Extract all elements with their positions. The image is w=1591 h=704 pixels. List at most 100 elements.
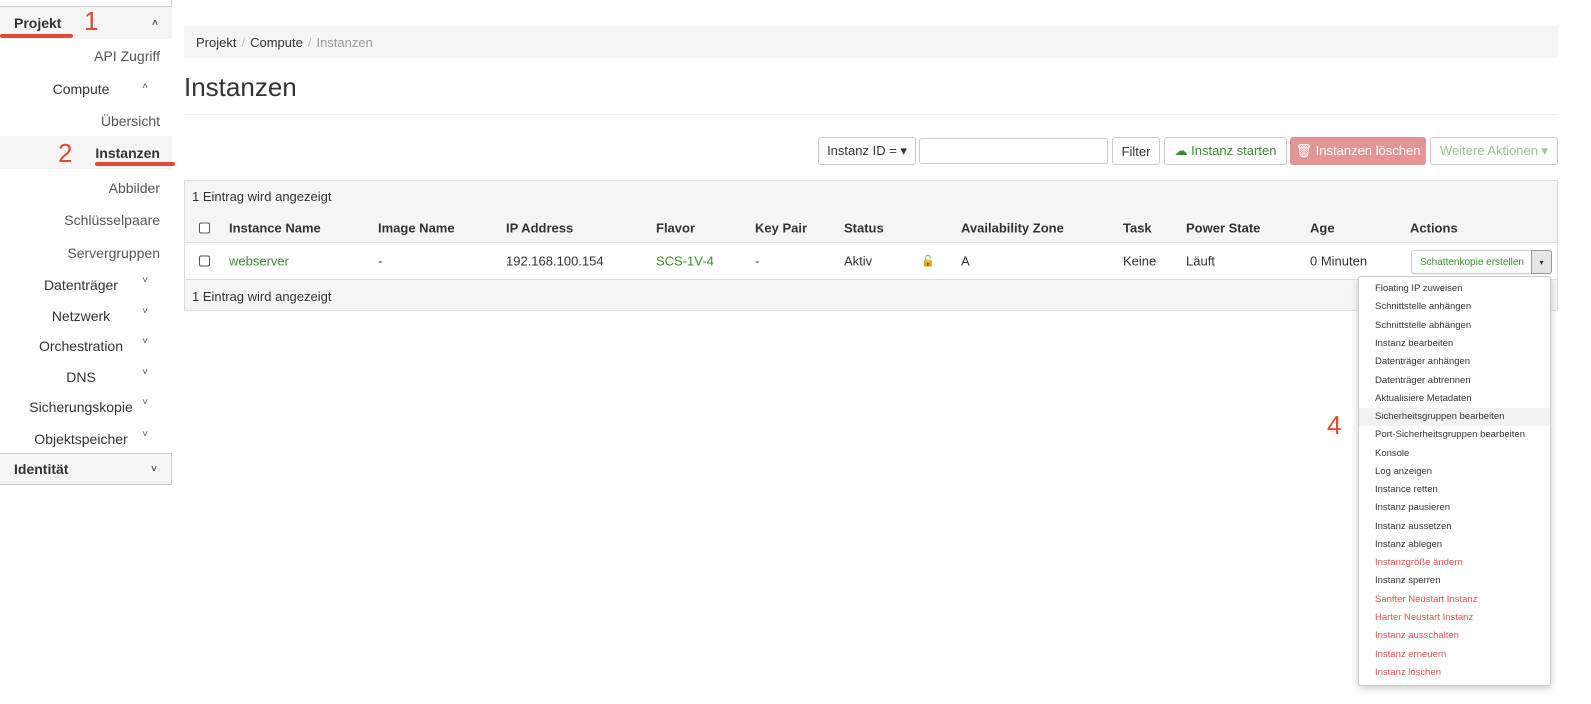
sidebar-item-instances-label: Instanzen (95, 145, 160, 161)
menu-item-soft-reboot[interactable]: Sanfter Neustart Instanz (1359, 591, 1550, 609)
col-status[interactable]: Status (844, 221, 884, 236)
create-snapshot-button[interactable]: Schattenkopie erstellen (1411, 250, 1533, 274)
chevron-down-icon: ˅ (142, 429, 148, 440)
col-ip-address[interactable]: IP Address (506, 221, 573, 236)
breadcrumb-compute[interactable]: Compute (250, 35, 303, 50)
menu-item-lock-instance[interactable]: Instanz sperren (1359, 572, 1550, 590)
cell-ip-address: 192.168.100.154 (506, 253, 604, 269)
col-image-name[interactable]: Image Name (378, 221, 455, 236)
page-title: Instanzen (184, 72, 297, 102)
annotation-4: 4 (1327, 410, 1342, 440)
cell-availability-zone: A (961, 253, 970, 269)
sidebar-group-dns[interactable]: DNS ˅ (0, 367, 162, 385)
sidebar-item-keypairs[interactable]: Schlüsselpaare (64, 212, 160, 228)
annotation-2: 2 (58, 138, 73, 168)
menu-item-resize-instance[interactable]: Instanzgröße ändern (1359, 554, 1550, 572)
col-age[interactable]: Age (1310, 221, 1335, 236)
sidebar-group-object-store[interactable]: Objektspeicher ˅ (0, 429, 162, 447)
sidebar-group-compute[interactable]: Compute ˄ (0, 81, 162, 97)
menu-item-edit-port-security-groups[interactable]: Port-Sicherheitsgruppen bearbeiten (1359, 426, 1550, 444)
sidebar-section-identity[interactable]: Identität ˅ (0, 453, 172, 485)
select-all-checkbox[interactable] (199, 222, 210, 234)
sidebar-item-images[interactable]: Abbilder (109, 180, 160, 196)
menu-item-suspend-instance[interactable]: Instanz aussetzen (1359, 518, 1550, 536)
chevron-up-icon: ˄ (142, 81, 148, 92)
annotation-1: 1 (84, 6, 99, 36)
sidebar-group-orchestration[interactable]: Orchestration ˅ (0, 336, 162, 354)
breadcrumb-separator: / (241, 35, 246, 50)
menu-item-view-log[interactable]: Log anzeigen (1359, 463, 1550, 481)
menu-item-console[interactable]: Konsole (1359, 445, 1550, 463)
breadcrumb-project[interactable]: Projekt (196, 35, 236, 50)
menu-item-detach-interface[interactable]: Schnittstelle abhängen (1359, 317, 1550, 335)
sidebar-section-projekt-label: Projekt (14, 15, 62, 31)
menu-item-shelve-instance[interactable]: Instanz ablegen (1359, 536, 1550, 554)
breadcrumb-separator: / (307, 35, 312, 50)
col-task[interactable]: Task (1123, 221, 1152, 236)
cell-status: Aktiv (844, 253, 873, 269)
instances-table: 1 Eintrag wird angezeigt Instance Name I… (184, 180, 1558, 311)
sidebar-group-backup[interactable]: Sicherungskopie ˅ (0, 397, 162, 415)
menu-item-detach-volume[interactable]: Datenträger abtrennen (1359, 372, 1550, 390)
menu-item-hard-reboot[interactable]: Harter Neustart Instanz (1359, 609, 1550, 627)
menu-item-rebuild[interactable]: Instanz erneuern (1359, 646, 1550, 664)
sidebar-group-label: Objektspeicher (34, 431, 128, 447)
menu-item-delete-instance[interactable]: Instanz löschen (1359, 664, 1550, 682)
chevron-up-icon: ˄ (152, 17, 158, 29)
sidebar-group-network[interactable]: Netzwerk ˅ (0, 306, 162, 324)
table-header-row: Instance Name Image Name IP Address Flav… (185, 214, 1557, 242)
breadcrumb-current: Instanzen (316, 35, 373, 50)
table-row: webserver - 192.168.100.154 SCS-1V-4 - A… (185, 242, 1557, 280)
row-checkbox[interactable] (199, 255, 210, 267)
filter-search-input[interactable] (919, 138, 1108, 164)
sidebar-group-label: DNS (66, 369, 96, 385)
menu-item-edit-instance[interactable]: Instanz bearbeiten (1359, 335, 1550, 353)
chevron-down-icon: ˅ (142, 397, 148, 408)
table-count-bottom: 1 Eintrag wird angezeigt (192, 289, 332, 304)
sidebar-group-volumes[interactable]: Datenträger ˅ (0, 275, 162, 293)
title-divider (184, 114, 1558, 115)
col-actions: Actions (1410, 220, 1458, 236)
filter-field-select[interactable]: Instanz ID = ▾ (818, 137, 916, 165)
menu-item-attach-volume[interactable]: Datenträger anhängen (1359, 353, 1550, 371)
cell-key-pair: - (755, 253, 760, 269)
sidebar-group-label: Orchestration (38, 338, 124, 354)
sidebar-item-overview[interactable]: Übersicht (101, 113, 160, 129)
menu-item-shut-off[interactable]: Instanz ausschalten (1359, 627, 1550, 645)
sidebar-section-identity-label: Identität (14, 461, 69, 477)
sidebar-group-label: Netzwerk (51, 308, 111, 324)
launch-instance-button[interactable]: ☁ Instanz starten (1164, 137, 1287, 165)
flavor-link[interactable]: SCS-1V-4 (656, 254, 714, 269)
filter-button[interactable]: Filter (1112, 137, 1160, 165)
col-instance-name[interactable]: Instance Name (229, 221, 321, 236)
col-power-state[interactable]: Power State (1186, 221, 1260, 236)
unlocked-icon: 🔓 (921, 255, 935, 268)
sidebar-item-servergroups[interactable]: Servergruppen (67, 245, 160, 261)
menu-item-edit-security-groups[interactable]: Sicherheitsgruppen bearbeiten (1359, 408, 1550, 426)
chevron-down-icon: ˅ (142, 275, 148, 286)
more-actions-button[interactable]: Weitere Aktionen ▾ (1430, 137, 1558, 165)
breadcrumb: Projekt / Compute / Instanzen (184, 26, 1558, 58)
menu-item-associate-floating-ip[interactable]: Floating IP zuweisen (1359, 280, 1550, 298)
actions-dropdown-toggle[interactable]: ▾ (1531, 250, 1552, 274)
sidebar-item-api-access[interactable]: API Zugriff (94, 48, 160, 64)
menu-item-pause-instance[interactable]: Instanz pausieren (1359, 499, 1550, 517)
delete-instances-button[interactable]: 🗑 Instanzen löschen (1290, 137, 1426, 165)
sidebar-group-compute-label: Compute (52, 81, 110, 97)
menu-item-rescue-instance[interactable]: Instance retten (1359, 481, 1550, 499)
chevron-down-icon: ˅ (142, 336, 148, 347)
sidebar: Projekt ˄ API Zugriff Compute ˄ Übersich… (0, 0, 172, 704)
cell-image-name: - (378, 253, 383, 269)
table-count-top: 1 Eintrag wird angezeigt (192, 189, 332, 204)
chevron-down-icon: ˅ (151, 463, 157, 475)
menu-item-update-metadata[interactable]: Aktualisiere Metadaten (1359, 390, 1550, 408)
col-key-pair[interactable]: Key Pair (755, 221, 807, 236)
chevron-down-icon: ˅ (142, 367, 148, 378)
col-availability-zone[interactable]: Availability Zone (961, 221, 1064, 236)
chevron-down-icon: ˅ (142, 306, 148, 317)
col-flavor[interactable]: Flavor (656, 221, 695, 236)
menu-item-attach-interface[interactable]: Schnittstelle anhängen (1359, 298, 1550, 316)
annotation-underline-2 (95, 162, 175, 166)
sidebar-group-label: Datenträger (44, 277, 118, 293)
instance-name-link[interactable]: webserver (229, 254, 289, 269)
